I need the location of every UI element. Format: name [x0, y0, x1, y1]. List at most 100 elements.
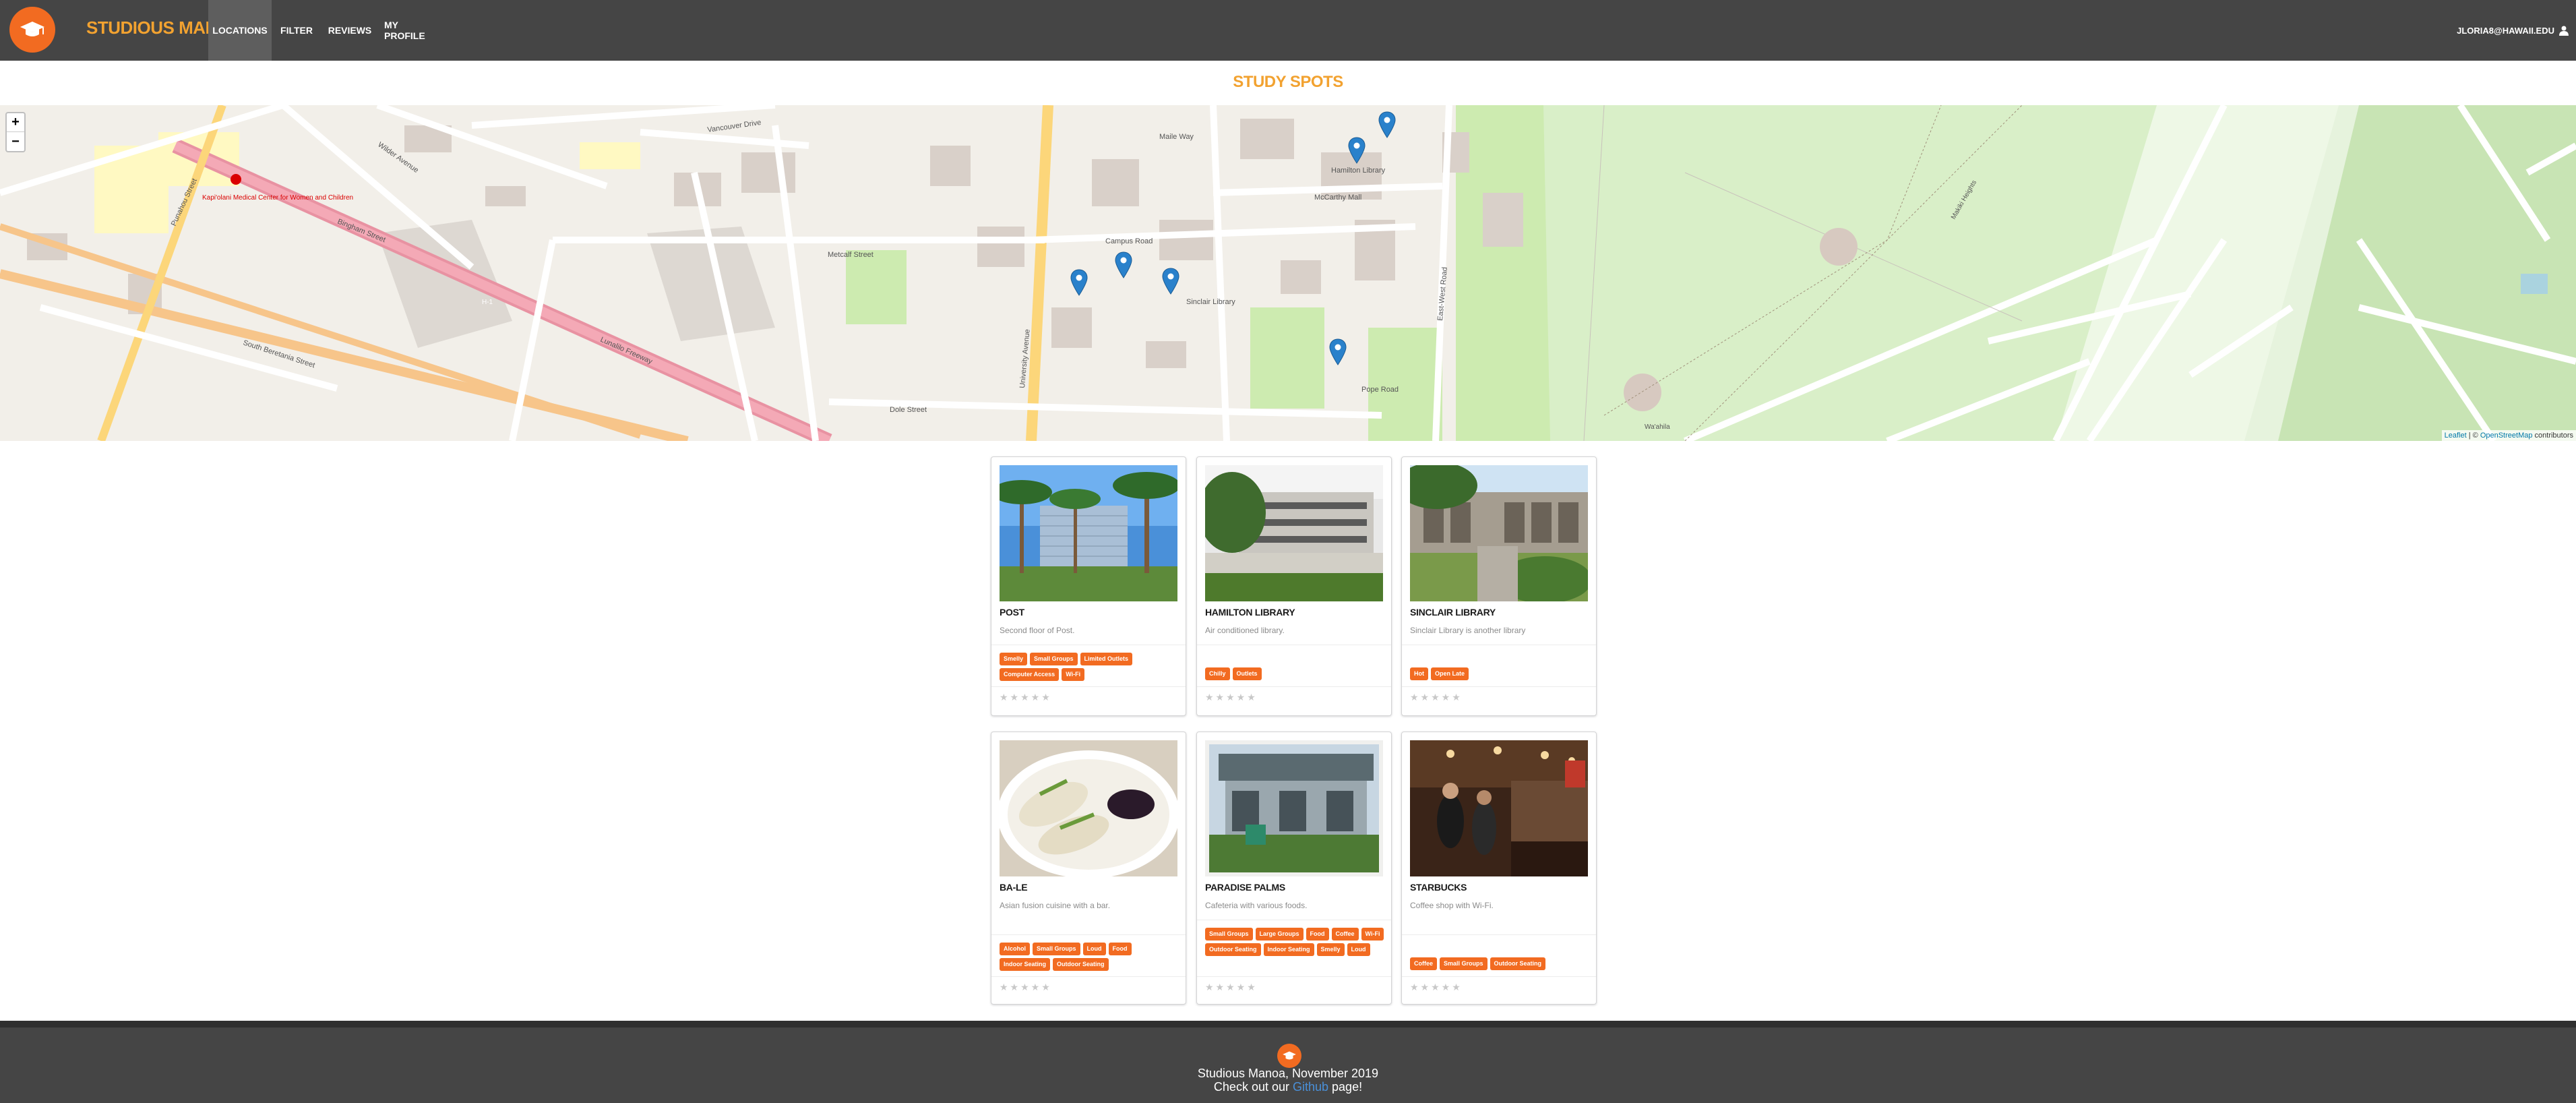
footer-github-line: Check out our Github page!: [0, 1080, 2576, 1094]
star-rating[interactable]: ★★★★★: [1410, 692, 1463, 703]
tag[interactable]: Outdoor Seating: [1205, 943, 1261, 956]
tag[interactable]: Loud: [1082, 943, 1106, 955]
card-divider: [1402, 934, 1596, 935]
star-rating[interactable]: ★★★★★: [1410, 982, 1463, 993]
tag[interactable]: Outdoor Seating: [1490, 957, 1546, 970]
footer-text-pre: Check out our: [1213, 1080, 1293, 1094]
location-photo[interactable]: [1000, 465, 1177, 601]
map-label-h1: H-1: [482, 299, 493, 306]
tag[interactable]: Food: [1306, 928, 1329, 941]
location-card[interactable]: STARBUCKS Coffee shop with Wi-Fi. Coffee…: [1401, 732, 1597, 1005]
zoom-control: + −: [5, 112, 26, 152]
tag[interactable]: Computer Access: [1000, 668, 1060, 681]
location-card[interactable]: POST Second floor of Post. Smelly Small …: [991, 456, 1186, 716]
location-name[interactable]: STARBUCKS: [1410, 882, 1467, 893]
location-photo[interactable]: [1410, 740, 1588, 876]
card-divider: [1402, 686, 1596, 687]
card-divider: [991, 934, 1186, 935]
tag[interactable]: Large Groups: [1255, 928, 1304, 941]
nav-my-profile[interactable]: MY PROFILE: [384, 0, 438, 61]
star-rating[interactable]: ★★★★★: [1205, 982, 1258, 993]
location-photo[interactable]: [1410, 465, 1588, 601]
tag-list: Chilly Outlets: [1205, 667, 1384, 680]
location-description: Second floor of Post.: [1000, 626, 1075, 635]
location-card[interactable]: PARADISE PALMS Cafeteria with various fo…: [1196, 732, 1392, 1005]
map-label-campus-road: Campus Road: [1105, 237, 1153, 245]
user-icon: [2559, 26, 2569, 36]
map-label-kapiolani: Kapi'olani Medical Center for Women and …: [202, 194, 353, 202]
footer-text-post: page!: [1328, 1080, 1363, 1094]
card-divider: [991, 976, 1186, 977]
top-navbar: STUDIOUS MANOA LOCATIONS FILTER REVIEWS …: [0, 0, 2576, 61]
tag[interactable]: Wi-Fi: [1062, 668, 1085, 681]
tag[interactable]: Coffee: [1410, 957, 1438, 970]
tag-list: Hot Open Late: [1410, 667, 1589, 680]
user-menu[interactable]: JLORIA8@HAWAII.EDU: [2457, 0, 2569, 61]
map-label-maile: Maile Way: [1159, 133, 1194, 141]
tag[interactable]: Small Groups: [1030, 653, 1078, 665]
tag[interactable]: Loud: [1347, 943, 1370, 956]
tag[interactable]: Small Groups: [1033, 943, 1080, 955]
location-name[interactable]: POST: [1000, 607, 1024, 618]
tag[interactable]: Smelly: [1316, 943, 1345, 956]
tag[interactable]: Smelly: [1000, 653, 1028, 665]
location-photo[interactable]: [1000, 740, 1177, 876]
card-divider: [1197, 686, 1391, 687]
tag[interactable]: Limited Outlets: [1080, 653, 1133, 665]
location-photo[interactable]: [1205, 465, 1383, 601]
graduation-cap-logo-icon[interactable]: [9, 7, 55, 53]
location-name[interactable]: SINCLAIR LIBRARY: [1410, 607, 1496, 618]
location-card[interactable]: SINCLAIR LIBRARY Sinclair Library is ano…: [1401, 456, 1597, 716]
star-rating[interactable]: ★★★★★: [1000, 692, 1052, 703]
map-label-dole: Dole Street: [890, 406, 927, 414]
github-link[interactable]: Github: [1293, 1080, 1328, 1094]
map-attribution: Leaflet | © OpenStreetMap contributors: [2441, 430, 2576, 441]
tag[interactable]: Small Groups: [1205, 928, 1253, 941]
tag[interactable]: Small Groups: [1440, 957, 1488, 970]
study-spots-map[interactable]: Sinclair Library Hamilton Library Campus…: [0, 105, 2576, 441]
tag-list: Small Groups Large Groups Food Coffee Wi…: [1205, 928, 1384, 956]
star-rating[interactable]: ★★★★★: [1205, 692, 1258, 703]
tag[interactable]: Hot: [1410, 667, 1428, 680]
tag-list: Smelly Small Groups Limited Outlets Comp…: [1000, 653, 1179, 681]
tag[interactable]: Alcohol: [1000, 943, 1030, 955]
tag[interactable]: Food: [1108, 943, 1132, 955]
footer-band: [0, 1021, 2576, 1027]
osm-link[interactable]: OpenStreetMap: [2480, 431, 2533, 440]
leaflet-link[interactable]: Leaflet: [2445, 431, 2467, 440]
location-card[interactable]: HAMILTON LIBRARY Air conditioned library…: [1196, 456, 1392, 716]
nav-filter[interactable]: FILTER: [276, 0, 317, 61]
map-tiles[interactable]: Sinclair Library Hamilton Library Campus…: [0, 105, 2576, 441]
card-divider: [991, 686, 1186, 687]
tag[interactable]: Outdoor Seating: [1053, 958, 1109, 971]
location-name[interactable]: BA-LE: [1000, 882, 1028, 893]
user-email: JLORIA8@HAWAII.EDU: [2457, 25, 2554, 36]
star-rating[interactable]: ★★★★★: [1000, 982, 1052, 993]
map-label-metcalf: Metcalf Street: [828, 251, 873, 259]
nav-locations[interactable]: LOCATIONS: [208, 0, 272, 61]
location-name[interactable]: PARADISE PALMS: [1205, 882, 1285, 893]
tag[interactable]: Indoor Seating: [1263, 943, 1314, 956]
footer-copyright: Studious Manoa, November 2019: [1197, 1067, 1379, 1080]
location-description: Asian fusion cuisine with a bar.: [1000, 901, 1111, 910]
attribution-sep: | ©: [2466, 431, 2480, 440]
map-label-sinclair: Sinclair Library: [1186, 298, 1235, 306]
tag[interactable]: Open Late: [1431, 667, 1469, 680]
nav-reviews[interactable]: REVIEWS: [328, 0, 372, 61]
location-description: Air conditioned library.: [1205, 626, 1285, 635]
location-description: Coffee shop with Wi-Fi.: [1410, 901, 1494, 910]
tag[interactable]: Outlets: [1232, 667, 1262, 680]
tag[interactable]: Coffee: [1331, 928, 1359, 941]
zoom-in-button[interactable]: +: [7, 113, 24, 132]
location-card[interactable]: BA-LE Asian fusion cuisine with a bar. A…: [991, 732, 1186, 1005]
map-label-pope: Pope Road: [1361, 386, 1399, 394]
location-name[interactable]: HAMILTON LIBRARY: [1205, 607, 1295, 618]
map-label-hamilton: Hamilton Library: [1331, 167, 1386, 175]
location-description: Cafeteria with various foods.: [1205, 901, 1308, 910]
graduation-cap-logo-icon: [1277, 1044, 1301, 1068]
location-photo[interactable]: [1205, 740, 1383, 876]
tag[interactable]: Wi-Fi: [1361, 928, 1384, 941]
zoom-out-button[interactable]: −: [7, 132, 24, 151]
tag[interactable]: Indoor Seating: [1000, 958, 1050, 971]
tag[interactable]: Chilly: [1205, 667, 1230, 680]
